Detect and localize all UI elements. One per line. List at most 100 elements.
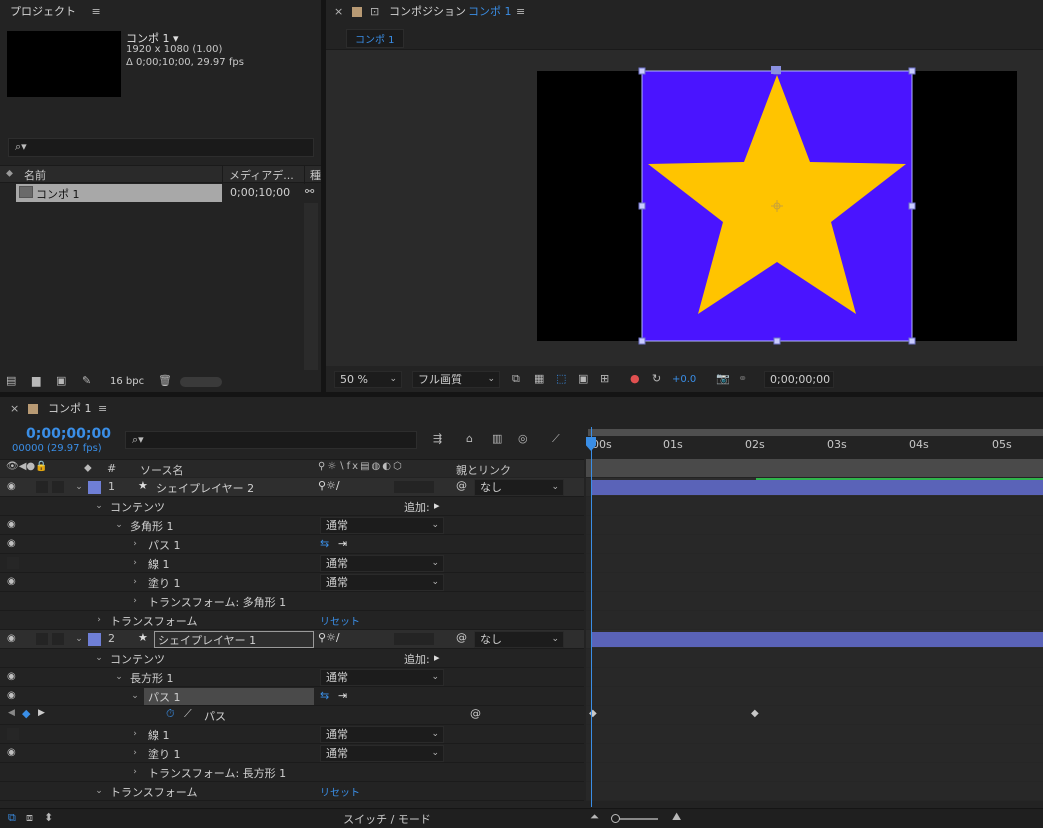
- col-type[interactable]: 種: [310, 167, 321, 183]
- blend-mode-select[interactable]: 通常 ⌄: [320, 745, 444, 762]
- layer-name[interactable]: シェイプレイヤー 1: [158, 632, 256, 648]
- pick-whip-icon[interactable]: @: [456, 479, 467, 492]
- layer-duration-bar[interactable]: [592, 480, 1043, 495]
- property-row[interactable]: › トランスフォーム: 多角形 1: [0, 592, 584, 611]
- interpret-footage-icon[interactable]: ▤: [6, 374, 16, 387]
- close-icon[interactable]: ×: [334, 0, 343, 24]
- comp-viewport[interactable]: [326, 50, 1043, 366]
- twirl-closed-icon[interactable]: ›: [130, 766, 140, 778]
- zoom-out-icon[interactable]: ⏶: [590, 810, 599, 824]
- work-area-bar[interactable]: [588, 429, 1043, 436]
- twirl-closed-icon[interactable]: ›: [130, 595, 140, 607]
- layer-label-color[interactable]: [88, 633, 101, 646]
- channel-icon[interactable]: ●: [630, 372, 640, 385]
- property-row[interactable]: › トランスフォーム: 長方形 1: [0, 763, 584, 782]
- eye-icon[interactable]: ◉: [7, 747, 19, 759]
- trash-icon[interactable]: 🗑: [158, 374, 172, 387]
- property-row[interactable]: › トランスフォーム リセット: [0, 611, 584, 630]
- layer-label-color[interactable]: [88, 481, 101, 494]
- mask-visibility-icon[interactable]: ⬚: [556, 372, 566, 385]
- region-of-interest-icon[interactable]: ▣: [578, 372, 588, 385]
- project-scrollbar[interactable]: [304, 203, 318, 370]
- property-row[interactable]: ◉ › パス 1 ⇆ ⇥: [0, 535, 584, 554]
- twirl-open-icon[interactable]: ⌄: [74, 633, 84, 645]
- comp-artwork[interactable]: [326, 50, 1043, 366]
- zoom-in-icon[interactable]: ⛰: [672, 810, 681, 824]
- eye-icon[interactable]: ◉: [7, 519, 19, 531]
- close-icon[interactable]: ×: [10, 397, 19, 421]
- property-row[interactable]: ◀ ◆ ▶ ⏱ ⟋ パス @: [0, 706, 584, 725]
- parent-select[interactable]: なし ⌄: [474, 479, 564, 496]
- layer-duration-bar[interactable]: [592, 632, 1043, 647]
- show-snapshot-icon[interactable]: ⚭: [738, 372, 747, 385]
- twirl-open-icon[interactable]: ⌄: [94, 785, 104, 797]
- col-parent[interactable]: 親とリンク: [456, 462, 511, 478]
- property-row[interactable]: › 線 1 通常 ⌄: [0, 725, 584, 744]
- thumbnail-slider[interactable]: [180, 377, 222, 387]
- graph-icon[interactable]: ⟋: [184, 707, 192, 721]
- blend-mode-select[interactable]: 通常 ⌄: [320, 669, 444, 686]
- twirl-open-icon[interactable]: ⌄: [130, 690, 140, 702]
- exposure-value[interactable]: +0.0: [672, 374, 696, 385]
- motion-blur-icon[interactable]: ◎: [518, 432, 528, 445]
- time-ruler[interactable]: 00s 01s 02s 03s 04s 05s: [586, 427, 1043, 459]
- add-label[interactable]: 追加:: [404, 499, 430, 515]
- switches-modes-toggle[interactable]: スイッチ / モード: [342, 811, 432, 827]
- reset-exposure-icon[interactable]: ↻: [652, 372, 661, 385]
- fast-preview-icon[interactable]: ⧉: [512, 372, 520, 386]
- path-direction-icon[interactable]: ⇆: [320, 689, 329, 702]
- new-comp-icon[interactable]: ▣: [56, 374, 66, 387]
- property-row[interactable]: › 線 1 通常 ⌄: [0, 554, 584, 573]
- col-media[interactable]: メディアデ...: [229, 167, 294, 183]
- in-out-icon[interactable]: ⬍: [44, 811, 53, 824]
- layer-row[interactable]: ◉ ⌄ 1 ★ シェイプレイヤー 2 ⚲☼∕ @ なし ⌄: [0, 478, 584, 497]
- timeline-zoom-knob[interactable]: [611, 814, 620, 823]
- layer-name[interactable]: シェイプレイヤー 2: [156, 480, 254, 496]
- twirl-open-icon[interactable]: ⌄: [114, 671, 124, 683]
- path-operation-icon[interactable]: ⇥: [338, 537, 347, 550]
- new-folder-icon[interactable]: ▆: [32, 374, 40, 387]
- project-panel-title[interactable]: プロジェクト: [10, 5, 76, 18]
- twirl-closed-icon[interactable]: ›: [130, 538, 140, 550]
- property-row[interactable]: ⌄ コンテンツ 追加: ▸: [0, 497, 584, 516]
- property-row[interactable]: ◉ ⌄ 多角形 1 通常 ⌄: [0, 516, 584, 535]
- col-divider-2[interactable]: [304, 166, 305, 184]
- twirl-open-icon[interactable]: ⌄: [74, 481, 84, 493]
- eye-icon[interactable]: ◉: [7, 633, 19, 645]
- layer-switches[interactable]: ⚲☼∕: [318, 479, 340, 492]
- twirl-closed-icon[interactable]: ›: [130, 576, 140, 588]
- switch-box[interactable]: [394, 633, 434, 645]
- twirl-open-icon[interactable]: ⌄: [94, 652, 104, 664]
- twirl-closed-icon[interactable]: ›: [130, 747, 140, 759]
- switch-box[interactable]: [394, 481, 434, 493]
- panel-menu-icon-3[interactable]: ≡: [98, 397, 107, 421]
- twirl-open-icon[interactable]: ⌄: [94, 500, 104, 512]
- path-operation-icon[interactable]: ⇥: [338, 689, 347, 702]
- keyframe-diamond-icon[interactable]: ◆: [751, 708, 759, 719]
- visibility-box[interactable]: [7, 728, 19, 740]
- pick-whip-icon[interactable]: @: [456, 631, 467, 644]
- property-row[interactable]: ◉ › 塗り 1 通常 ⌄: [0, 744, 584, 763]
- timeline-tab[interactable]: コンポ 1: [48, 397, 92, 421]
- property-row[interactable]: ⌄ コンテンツ 追加: ▸: [0, 649, 584, 668]
- lock-icon[interactable]: ⊡: [370, 0, 379, 24]
- path-direction-icon[interactable]: ⇆: [320, 537, 329, 550]
- twirl-closed-icon[interactable]: ›: [94, 614, 104, 626]
- eye-icon[interactable]: ◉: [7, 481, 19, 493]
- panel-menu-icon[interactable]: ≡: [92, 0, 101, 24]
- pick-whip-icon[interactable]: @: [470, 707, 481, 720]
- composition-tab-comp[interactable]: コンポ 1: [468, 0, 512, 24]
- stopwatch-icon[interactable]: ⏱: [166, 707, 175, 721]
- property-row[interactable]: ◉ ⌄ パス 1 ⇆ ⇥: [0, 687, 584, 706]
- col-source[interactable]: ソース名: [140, 462, 183, 478]
- col-divider[interactable]: [222, 166, 223, 184]
- property-row[interactable]: ◉ ⌄ 長方形 1 通常 ⌄: [0, 668, 584, 687]
- pen-icon[interactable]: ✎: [82, 374, 91, 387]
- camera-icon[interactable]: 📷: [716, 372, 730, 385]
- playhead[interactable]: [591, 427, 592, 807]
- zoom-select[interactable]: 50 % ⌄: [334, 371, 402, 388]
- composition-tab-title[interactable]: コンポジション: [389, 0, 466, 24]
- transfer-controls-icon[interactable]: ⧈: [26, 811, 33, 825]
- property-row[interactable]: ◉ › 塗り 1 通常 ⌄: [0, 573, 584, 592]
- keyframe-icon[interactable]: ◆: [22, 707, 30, 720]
